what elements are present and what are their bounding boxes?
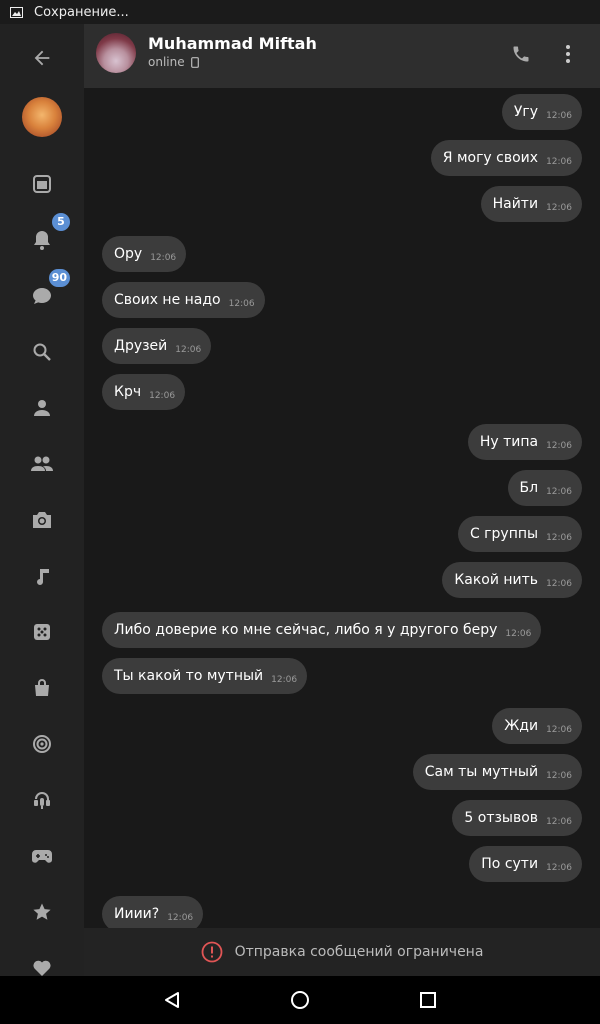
- message-time: 12:06: [546, 111, 572, 121]
- notifications-badge: 5: [52, 213, 70, 231]
- message-bubble[interactable]: Своих не надо 12:06: [102, 282, 265, 318]
- status-label: online: [148, 55, 185, 69]
- message-text: Угу: [513, 104, 539, 120]
- back-icon[interactable]: [28, 44, 56, 72]
- message-bubble[interactable]: 5 отзывов 12:06: [452, 800, 582, 836]
- my-avatar[interactable]: [22, 97, 62, 137]
- message-time: 12:06: [546, 863, 572, 873]
- message-text: Друзей: [114, 338, 168, 354]
- message-text: Крч: [114, 384, 142, 400]
- friends-icon[interactable]: [27, 449, 57, 479]
- message-time: 12:06: [546, 771, 572, 781]
- message-bubble[interactable]: Крч 12:06: [102, 374, 186, 410]
- system-nav-bar: [0, 976, 600, 1024]
- image-icon: [10, 6, 24, 18]
- message-text: Ну типа: [479, 434, 539, 450]
- target-icon[interactable]: [27, 729, 57, 759]
- chat-header: Muhammad Miftah online: [84, 24, 600, 88]
- message-text: По сути: [481, 856, 539, 872]
- message-bubble[interactable]: Я могу своих 12:06: [430, 140, 582, 176]
- message-bubble[interactable]: Ииии? 12:06: [102, 896, 204, 928]
- status-text: Сохранение...: [34, 4, 129, 20]
- message-time: 12:06: [546, 579, 572, 589]
- message-bubble[interactable]: Ну типа 12:06: [467, 424, 582, 460]
- status-bar: Сохранение...: [0, 0, 600, 24]
- podcasts-icon[interactable]: [27, 785, 57, 815]
- contact-avatar[interactable]: [96, 33, 136, 73]
- message-bubble[interactable]: С группы 12:06: [457, 516, 582, 552]
- back-triangle-icon[interactable]: [160, 988, 184, 1012]
- message-bubble[interactable]: Ты какой то мутный 12:06: [102, 658, 308, 694]
- message-text: 5 отзывов: [464, 810, 539, 826]
- message-text: Бл: [519, 480, 539, 496]
- message-list[interactable]: Угу 12:06 Я могу своих 12:06 Найти 12:06 Ор…: [84, 88, 600, 928]
- message-time: 12:06: [505, 629, 532, 639]
- sidebar: 5 90: [0, 24, 84, 976]
- message-text: С группы: [469, 526, 539, 542]
- games-icon[interactable]: [27, 617, 57, 647]
- contact-name[interactable]: Muhammad Miftah: [148, 34, 317, 53]
- message-time: 12:06: [167, 913, 194, 923]
- message-bubble[interactable]: Найти 12:06: [480, 186, 582, 222]
- message-text: Ииии?: [114, 906, 160, 922]
- message-text: Какой нить: [454, 572, 539, 588]
- message-text: Своих не надо: [114, 292, 221, 308]
- message-bubble[interactable]: Бл 12:06: [507, 470, 582, 506]
- message-time: 12:06: [149, 391, 176, 401]
- message-text: Я могу своих: [442, 150, 539, 166]
- message-time: 12:06: [271, 675, 298, 685]
- search-icon[interactable]: [27, 337, 57, 367]
- message-bubble[interactable]: Какой нить 12:06: [442, 562, 582, 598]
- message-time: 12:06: [546, 725, 572, 735]
- message-bubble[interactable]: Ору 12:06: [102, 236, 187, 272]
- error-icon: [201, 941, 223, 963]
- music-icon[interactable]: [27, 561, 57, 591]
- composer-restricted: Отправка сообщений ограничена: [84, 928, 600, 976]
- mobile-icon: [190, 56, 199, 68]
- message-text: Жди: [504, 718, 539, 734]
- gamepad-icon[interactable]: [27, 841, 57, 871]
- message-time: 12:06: [546, 203, 572, 213]
- notifications-icon[interactable]: 5: [27, 213, 70, 255]
- message-bubble[interactable]: Друзей 12:06: [102, 328, 212, 364]
- message-bubble[interactable]: Сам ты мутный 12:06: [412, 754, 582, 790]
- message-time: 12:06: [546, 441, 572, 451]
- message-bubble[interactable]: Либо доверие ко мне сейчас, либо я у дру…: [102, 612, 542, 648]
- recents-square-icon[interactable]: [416, 988, 440, 1012]
- messages-icon[interactable]: 90: [27, 269, 70, 311]
- star-icon[interactable]: [27, 897, 57, 927]
- message-time: 12:06: [175, 345, 202, 355]
- newsfeed-icon[interactable]: [27, 169, 57, 199]
- shop-icon[interactable]: [27, 673, 57, 703]
- message-text: Найти: [492, 196, 539, 212]
- phone-icon[interactable]: [509, 42, 533, 66]
- message-text: Ты какой то мутный: [114, 668, 264, 684]
- camera-icon[interactable]: [27, 505, 57, 535]
- message-time: 12:06: [546, 817, 572, 827]
- message-bubble[interactable]: Жди 12:06: [492, 708, 582, 744]
- message-bubble[interactable]: По сути 12:06: [469, 846, 582, 882]
- message-time: 12:06: [228, 299, 255, 309]
- message-bubble[interactable]: Угу 12:06: [501, 94, 582, 130]
- restricted-message: Отправка сообщений ограничена: [234, 944, 484, 960]
- more-vertical-icon[interactable]: [556, 42, 580, 66]
- message-text: Ору: [114, 246, 143, 262]
- message-time: 12:06: [546, 487, 572, 497]
- profile-icon[interactable]: [27, 393, 57, 423]
- message-time: 12:06: [546, 157, 572, 167]
- message-text: Либо доверие ко мне сейчас, либо я у дру…: [114, 622, 498, 638]
- home-circle-icon[interactable]: [288, 988, 312, 1012]
- message-time: 12:06: [150, 253, 177, 263]
- contact-status: online: [148, 55, 199, 69]
- messages-badge: 90: [48, 269, 70, 287]
- message-text: Сам ты мутный: [424, 764, 539, 780]
- message-time: 12:06: [546, 533, 572, 543]
